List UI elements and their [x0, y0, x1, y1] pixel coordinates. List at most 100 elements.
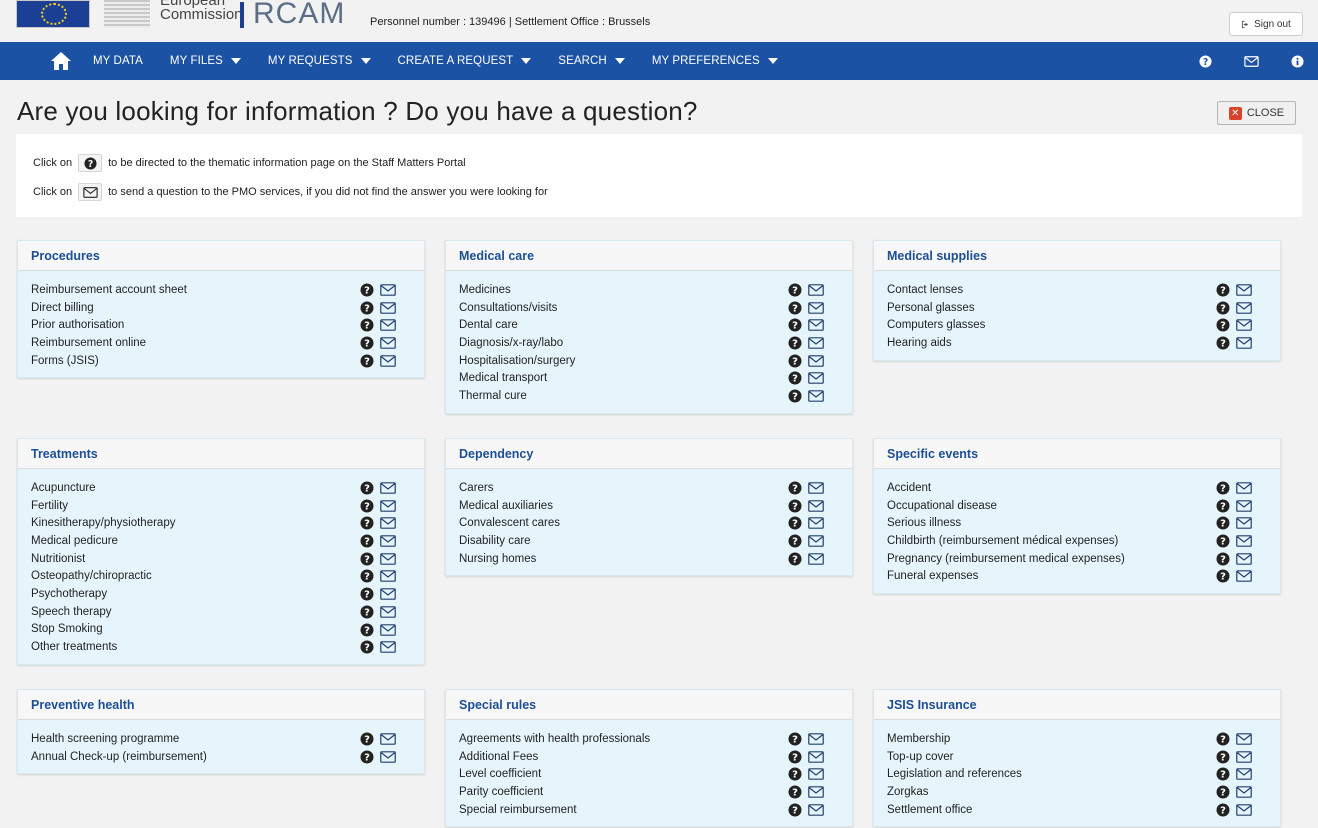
question-icon[interactable]: ?: [788, 732, 802, 746]
mail-icon[interactable]: [380, 535, 396, 547]
mail-icon[interactable]: [380, 499, 396, 512]
question-icon[interactable]: ?: [1216, 481, 1230, 495]
question-icon[interactable]: ?: [788, 499, 802, 513]
question-icon[interactable]: ?: [1216, 569, 1230, 583]
mail-icon[interactable]: [380, 301, 396, 314]
question-icon[interactable]: ?: [360, 499, 374, 513]
question-icon[interactable]: ?: [788, 481, 802, 495]
mail-icon[interactable]: [808, 768, 824, 781]
mail-icon[interactable]: [808, 750, 824, 763]
mail-icon[interactable]: [1236, 337, 1252, 349]
mail-icon[interactable]: [808, 733, 824, 745]
question-icon[interactable]: ?: [360, 336, 374, 350]
mail-icon[interactable]: [1236, 768, 1252, 781]
mail-icon[interactable]: [808, 535, 824, 547]
question-icon[interactable]: ?: [360, 301, 374, 315]
question-icon[interactable]: ?: [1216, 336, 1230, 350]
mail-icon[interactable]: [380, 319, 396, 332]
question-icon[interactable]: ?: [788, 552, 802, 566]
question-icon[interactable]: ?: [788, 283, 802, 297]
mail-icon[interactable]: [808, 319, 824, 332]
mail-icon[interactable]: [1236, 750, 1252, 763]
mail-icon[interactable]: [380, 337, 396, 349]
mail-icon[interactable]: [380, 750, 396, 763]
close-button[interactable]: ✕ CLOSE: [1217, 101, 1296, 125]
question-icon[interactable]: ?: [788, 516, 802, 530]
question-icon[interactable]: ?: [788, 336, 802, 350]
nav-item-my-preferences[interactable]: MY PREFERENCES: [652, 55, 778, 67]
mail-icon[interactable]: [1228, 55, 1274, 67]
question-icon[interactable]: ?: [788, 371, 802, 385]
mail-icon[interactable]: [1236, 482, 1252, 494]
mail-icon[interactable]: [1236, 284, 1252, 296]
mail-icon[interactable]: [808, 372, 824, 385]
question-icon[interactable]: ?: [1216, 750, 1230, 764]
question-icon[interactable]: ?: [1216, 552, 1230, 566]
question-icon[interactable]: ?: [788, 767, 802, 781]
mail-icon[interactable]: [808, 499, 824, 512]
question-icon[interactable]: ?: [360, 481, 374, 495]
question-icon[interactable]: ?: [1216, 803, 1230, 817]
mail-icon[interactable]: [1236, 499, 1252, 512]
question-icon[interactable]: ?: [360, 516, 374, 530]
question-icon[interactable]: ?: [1216, 301, 1230, 315]
mail-icon[interactable]: [1236, 319, 1252, 332]
mail-icon[interactable]: [808, 284, 824, 296]
mail-icon[interactable]: [380, 606, 396, 618]
question-icon[interactable]: ?: [360, 587, 374, 601]
question-icon[interactable]: ?: [1216, 732, 1230, 746]
mail-icon[interactable]: [808, 482, 824, 494]
question-icon[interactable]: ?: [788, 389, 802, 403]
mail-icon[interactable]: [380, 284, 396, 296]
mail-icon[interactable]: [1236, 803, 1252, 816]
mail-icon[interactable]: [808, 786, 824, 798]
question-icon[interactable]: ?: [360, 732, 374, 746]
question-icon[interactable]: ?: [788, 750, 802, 764]
mail-icon[interactable]: [380, 588, 396, 600]
question-icon[interactable]: ?: [788, 301, 802, 315]
mail-icon[interactable]: [380, 482, 396, 494]
question-icon[interactable]: ?: [1216, 534, 1230, 548]
mail-icon[interactable]: [808, 354, 824, 367]
mail-icon[interactable]: [380, 517, 396, 530]
question-icon[interactable]: ?: [360, 552, 374, 566]
question-icon[interactable]: ?: [360, 569, 374, 583]
mail-icon[interactable]: [1236, 786, 1252, 798]
mail-icon[interactable]: [808, 517, 824, 530]
mail-icon[interactable]: [380, 552, 396, 565]
mail-icon[interactable]: [808, 337, 824, 349]
nav-item-search[interactable]: SEARCH: [558, 55, 625, 67]
nav-item-create-a-request[interactable]: CREATE A REQUEST: [398, 55, 532, 67]
question-icon[interactable]: ?: [788, 803, 802, 817]
question-icon[interactable]: ?: [360, 623, 374, 637]
question-icon[interactable]: ?: [1216, 318, 1230, 332]
mail-icon[interactable]: [1236, 517, 1252, 530]
question-icon[interactable]: ?: [1216, 283, 1230, 297]
question-icon[interactable]: ?: [360, 605, 374, 619]
question-icon[interactable]: ?: [1216, 499, 1230, 513]
mail-icon[interactable]: [380, 570, 396, 583]
sign-out-button[interactable]: Sign out: [1229, 12, 1303, 36]
mail-icon[interactable]: [808, 301, 824, 314]
mail-icon[interactable]: [808, 390, 824, 402]
question-icon[interactable]: ?: [360, 283, 374, 297]
nav-item-my-data[interactable]: MY DATA: [93, 55, 143, 67]
question-icon[interactable]: ?: [360, 640, 374, 654]
mail-icon[interactable]: [1236, 301, 1252, 314]
question-icon[interactable]: ?: [360, 534, 374, 548]
question-icon[interactable]: ?: [788, 354, 802, 368]
mail-icon[interactable]: [380, 641, 396, 653]
mail-icon[interactable]: [1236, 733, 1252, 745]
nav-item-my-requests[interactable]: MY REQUESTS: [268, 55, 371, 67]
info-icon[interactable]: [1274, 54, 1318, 68]
question-icon[interactable]: ?: [1216, 516, 1230, 530]
question-icon[interactable]: ?: [1182, 54, 1228, 68]
mail-icon[interactable]: [380, 354, 396, 367]
question-icon[interactable]: ?: [360, 318, 374, 332]
mail-icon[interactable]: [380, 733, 396, 745]
mail-icon[interactable]: [1236, 535, 1252, 547]
question-icon[interactable]: ?: [360, 354, 374, 368]
question-icon[interactable]: ?: [788, 318, 802, 332]
mail-icon[interactable]: [380, 623, 396, 636]
mail-icon[interactable]: [1236, 552, 1252, 565]
